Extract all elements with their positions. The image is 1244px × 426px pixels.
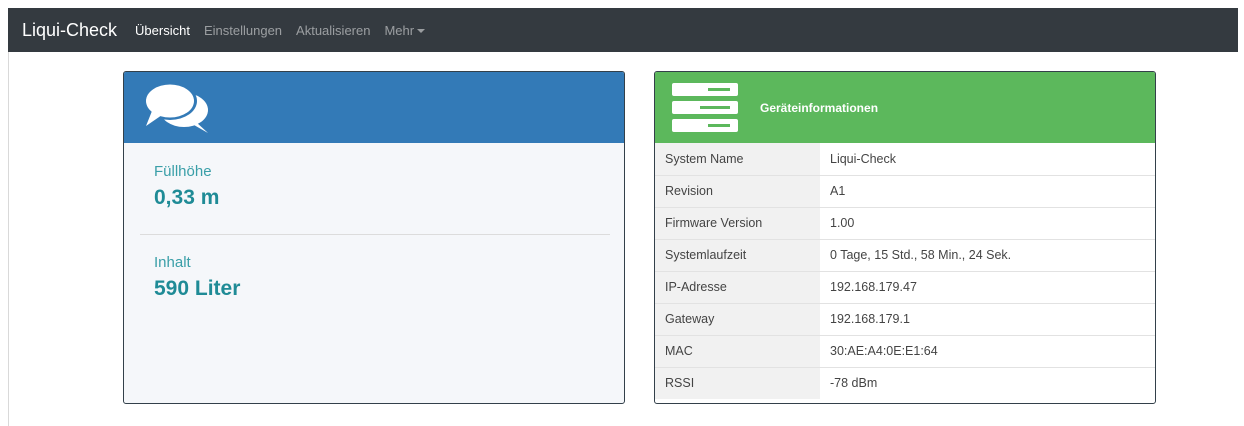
row-key: IP-Adresse <box>655 271 820 304</box>
levels-card-header <box>124 72 624 143</box>
brand-link[interactable]: Liqui-Check <box>22 20 117 41</box>
row-key: Gateway <box>655 303 820 336</box>
device-info-card: Geräteinformationen System Name Liqui-Che… <box>654 71 1156 404</box>
nav-link-uebersicht[interactable]: Übersicht <box>135 23 190 38</box>
table-row: Firmware Version 1.00 <box>655 207 1155 240</box>
row-value: 0 Tage, 15 Std., 58 Min., 24 Sek. <box>820 239 1155 272</box>
caret-down-icon <box>417 28 426 33</box>
table-row: System Name Liqui-Check <box>655 143 1155 176</box>
table-row: Systemlaufzeit 0 Tage, 15 Std., 58 Min., … <box>655 239 1155 272</box>
device-info-title: Geräteinformationen <box>760 100 879 115</box>
row-value: 1.00 <box>820 207 1155 240</box>
row-key: Systemlaufzeit <box>655 239 820 272</box>
row-value: 192.168.179.1 <box>820 303 1155 336</box>
row-value: 192.168.179.47 <box>820 271 1155 304</box>
content-label: Inhalt <box>154 254 191 271</box>
row-key: Firmware Version <box>655 207 820 240</box>
fill-height-metric: Füllhöhe 0,33 m <box>154 163 219 210</box>
row-key: RSSI <box>655 367 820 399</box>
nav-dropdown-mehr-label: Mehr <box>384 22 415 38</box>
nav-link-einstellungen[interactable]: Einstellungen <box>204 23 282 38</box>
device-info-header: Geräteinformationen <box>655 72 1155 143</box>
page-border <box>8 52 9 426</box>
row-key: System Name <box>655 143 820 176</box>
device-info-table: System Name Liqui-Check Revision A1 Firmware… <box>655 143 1155 399</box>
row-value: A1 <box>820 175 1155 208</box>
fill-height-label: Füllhöhe <box>154 163 212 180</box>
navbar: Liqui-Check Übersicht Einstellungen Aktu… <box>8 8 1238 52</box>
row-value: -78 dBm <box>830 376 878 391</box>
chat-bubbles-icon <box>143 82 208 133</box>
levels-card: Füllhöhe 0,33 m Inhalt 590 Liter <box>123 71 625 404</box>
table-row: IP-Adresse 192.168.179.47 <box>655 271 1155 304</box>
metric-divider <box>140 234 610 235</box>
server-icon <box>672 82 738 132</box>
nav-dropdown-mehr[interactable]: Mehr <box>384 22 426 38</box>
content-value: 590 Liter <box>154 277 241 300</box>
row-key: MAC <box>655 335 820 368</box>
content-metric: Inhalt 590 Liter <box>154 254 240 301</box>
table-row: MAC 30:AE:A4:0E:E1:64 <box>655 335 1155 368</box>
row-key: Revision <box>655 175 820 208</box>
table-row: Revision A1 <box>655 175 1155 208</box>
table-row: RSSI -78 dBm <box>655 367 1155 399</box>
row-value: Liqui-Check <box>820 143 1155 176</box>
nav-link-aktualisieren[interactable]: Aktualisieren <box>296 23 370 38</box>
fill-height-value: 0,33 m <box>154 186 220 209</box>
row-value: 30:AE:A4:0E:E1:64 <box>820 335 1155 368</box>
table-row: Gateway 192.168.179.1 <box>655 303 1155 336</box>
